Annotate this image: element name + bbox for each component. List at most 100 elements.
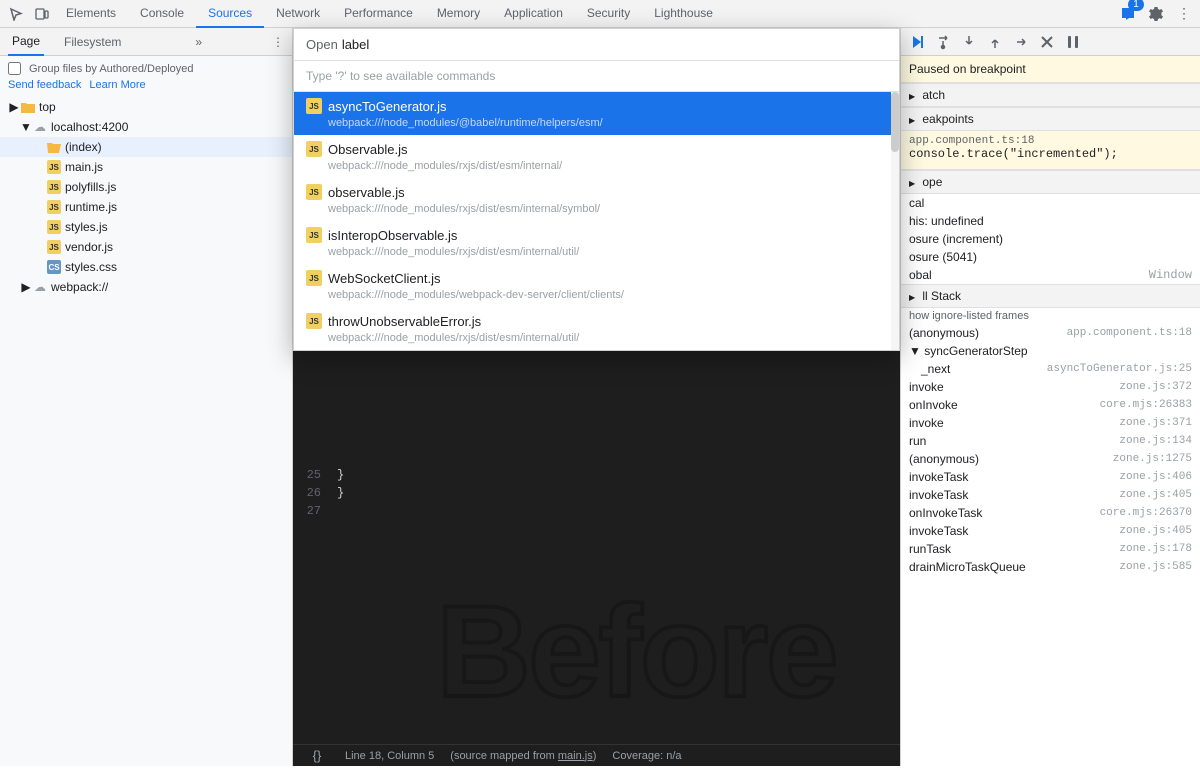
tab-sources[interactable]: Sources [196,0,264,28]
feedback-link[interactable]: Send feedback [8,79,81,91]
tab-lighthouse[interactable]: Lighthouse [642,0,725,28]
call-stack-loc-12: zone.js:178 [1119,543,1192,555]
call-stack-item-8[interactable]: invokeTask zone.js:406 [901,468,1200,486]
cursor-icon[interactable] [4,2,28,26]
call-stack-item-3[interactable]: invoke zone.js:372 [901,378,1200,396]
call-stack-item-10[interactable]: onInvokeTask core.mjs:26370 [901,504,1200,522]
step-into-icon[interactable] [957,30,981,54]
result-path-1b: al [551,160,560,172]
resume-icon[interactable] [905,30,929,54]
result-item-0[interactable]: JS asyncToGenerator.js webpack:///node_m… [294,92,899,135]
call-stack-item-4[interactable]: onInvoke core.mjs:26383 [901,396,1200,414]
quick-open-input[interactable] [342,37,887,52]
call-stack-name-7: (anonymous) [909,452,979,466]
step-over-icon[interactable] [931,30,955,54]
call-stack-item-13[interactable]: drainMicroTaskQueue zone.js:585 [901,558,1200,576]
gear-icon[interactable] [1144,2,1168,26]
tab-elements[interactable]: Elements [54,0,128,28]
file-icon-3: JS [306,227,322,243]
breakpoint-code: app.component.ts:18 console.trace("incre… [901,131,1200,170]
tree-item-styles-js[interactable]: JS styles.js [0,217,292,237]
file-icon-2: JS [306,184,322,200]
result-item-4[interactable]: JS WebSocketClient.js webpack:///node_mo… [294,264,899,307]
call-stack-item-1[interactable]: ▼ syncGeneratorStep [901,342,1200,360]
pause-icon[interactable] [1061,30,1085,54]
watch-header[interactable]: atch [901,83,1200,107]
learn-link[interactable]: Learn More [89,79,145,91]
result-path-1a: webpack:///node_modules/rxjs/dist/esm/in… [328,160,551,172]
result-item-2[interactable]: JS observable.js webpack:///node_modules… [294,178,899,221]
breakpoint-file: app.component.ts:18 [909,135,1192,147]
tree-item-vendor[interactable]: JS vendor.js [0,237,292,257]
tree-label-styles-css: styles.css [65,260,117,274]
quick-open-scroll-thumb[interactable] [891,92,899,152]
result-item-3[interactable]: JS isInteropObservable.js webpack:///nod… [294,221,899,264]
tree-item-polyfills[interactable]: JS polyfills.js [0,177,292,197]
tab-application[interactable]: Application [492,0,575,28]
result-item-5[interactable]: JS throwUnobservableError.js webpack:///… [294,307,899,350]
quick-open-hint: Type '?' to see available commands [294,61,899,92]
call-stack-item-7[interactable]: (anonymous) zone.js:1275 [901,450,1200,468]
tree-item-index[interactable]: (index) [0,137,292,157]
call-stack-item-9[interactable]: invokeTask zone.js:405 [901,486,1200,504]
panel-tabs: Page Filesystem » ⋮ [0,28,292,56]
line-number-26: 26 [293,484,333,502]
tab-network[interactable]: Network [264,0,332,28]
deactivate-breakpoints-icon[interactable] [1035,30,1059,54]
tree-item-styles-css[interactable]: CS styles.css [0,257,292,277]
call-stack-item-12[interactable]: runTask zone.js:178 [901,540,1200,558]
call-stack-name-1: ▼ syncGeneratorStep [909,344,1028,358]
panel-menu-icon[interactable]: ⋮ [272,35,284,49]
line-number-27: 27 [293,502,333,520]
tab-memory[interactable]: Memory [425,0,492,28]
tree-label-index: (index) [65,140,102,154]
more-icon[interactable]: ⋮ [1172,2,1196,26]
breakpoints-header[interactable]: eakpoints [901,107,1200,131]
tree-label-styles-js: styles.js [65,220,108,234]
tree-item-runtime[interactable]: JS runtime.js [0,197,292,217]
call-stack-item-0[interactable]: (anonymous) app.component.ts:18 [901,324,1200,342]
call-stack-item-6[interactable]: run zone.js:134 [901,432,1200,450]
call-stack-item-5[interactable]: invoke zone.js:371 [901,414,1200,432]
result-item-1[interactable]: JS Observable.js webpack:///node_modules… [294,135,899,178]
tab-console[interactable]: Console [128,0,196,28]
group-checkbox[interactable] [8,62,21,75]
tab-page[interactable]: Page [8,28,44,56]
tab-filesystem[interactable]: Filesystem [60,28,125,56]
device-icon[interactable] [30,2,54,26]
arrow-localhost: ▼ [20,120,32,134]
call-stack-name-4: onInvoke [909,398,958,412]
result-path-3c: /util/ [559,246,579,258]
call-stack-header[interactable]: ll Stack [901,284,1200,308]
tree-item-main-js[interactable]: JS main.js [0,157,292,177]
tree-label-webpack: webpack:// [51,280,108,294]
tree-label-polyfills: polyfills.js [65,180,116,194]
tree-item-localhost[interactable]: ▼ ☁ localhost:4200 [0,117,292,137]
scope-this: his: undefined [901,212,1200,230]
js-icon-polyfills: JS [46,179,62,195]
status-position: Line 18, Column 5 [345,750,434,762]
show-ignored-frames[interactable]: how ignore-listed frames [901,308,1200,324]
step-icon[interactable] [1009,30,1033,54]
step-out-icon[interactable] [983,30,1007,54]
scope-chevron [909,175,919,189]
tree-item-top[interactable]: ▶ top [0,97,292,117]
chat-icon[interactable]: 1 [1116,2,1140,26]
call-stack-label: ll Stack [922,289,961,303]
js-icon-main: JS [46,159,62,175]
scope-header[interactable]: ope [901,170,1200,194]
file-icon-0: JS [306,98,322,114]
format-icon[interactable]: {} [305,744,329,768]
call-stack-item-2[interactable]: _next asyncToGenerator.js:25 [901,360,1200,378]
tab-performance[interactable]: Performance [332,0,425,28]
source-map-link[interactable]: main.js [558,750,593,762]
tree-item-webpack[interactable]: ▶ ☁ webpack:// [0,277,292,297]
cloud-icon-webpack: ☁ [32,279,48,295]
tab-security[interactable]: Security [575,0,642,28]
tab-more[interactable]: » [195,35,202,49]
call-stack-item-11[interactable]: invokeTask zone.js:405 [901,522,1200,540]
right-panel: Paused on breakpoint atch eakpoints app.… [900,28,1200,766]
folder-icon [20,99,36,115]
file-icon-1: JS [306,141,322,157]
breakpoint-codeline: console.trace("incremented"); [909,147,1192,161]
